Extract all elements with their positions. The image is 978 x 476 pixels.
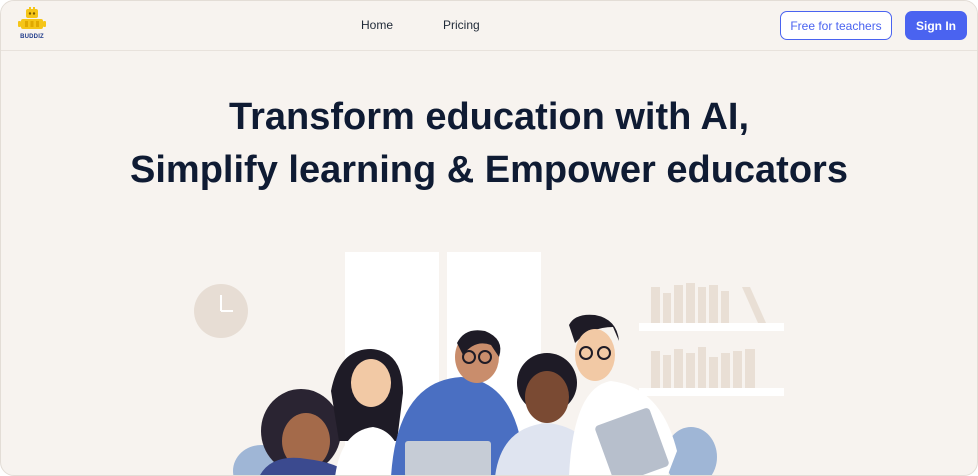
brand-logo[interactable]: BUDDIZ <box>17 7 47 45</box>
nav-pricing-link[interactable]: Pricing <box>443 18 480 32</box>
bookshelf <box>639 283 784 396</box>
page-frame: BUDDIZ Home Pricing Free for teachers Si… <box>0 0 978 476</box>
sign-in-button[interactable]: Sign In <box>905 11 967 40</box>
wall-clock-icon <box>194 284 248 338</box>
hero-headline: Transform education with AI, Simplify le… <box>1 91 977 197</box>
robot-stack-logo-icon <box>18 7 46 29</box>
hero-illustration <box>194 252 784 475</box>
hero-headline-line-1: Transform education with AI, <box>228 96 750 138</box>
laptop <box>405 441 491 475</box>
free-for-teachers-button[interactable]: Free for teachers <box>780 11 892 40</box>
top-navbar: BUDDIZ Home Pricing Free for teachers Si… <box>1 1 977 51</box>
hero-headline-line-2: Simplify learning & Empower educators <box>130 149 848 191</box>
nav-home-link[interactable]: Home <box>361 18 393 32</box>
brand-name: BUDDIZ <box>20 34 44 40</box>
